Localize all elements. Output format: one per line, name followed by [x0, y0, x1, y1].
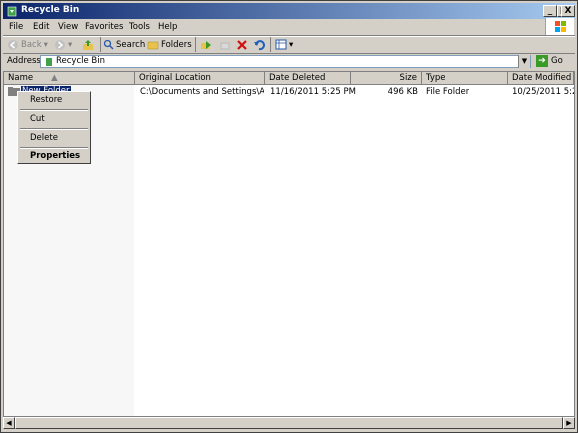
address-field[interactable]: Recycle Bin ▼ — [40, 55, 531, 68]
column-header-date-deleted[interactable]: Date Deleted — [265, 72, 351, 85]
delete-button[interactable] — [236, 37, 248, 52]
recycle-bin-window: Recycle Bin _ □ X File Edit View Favorit… — [0, 0, 578, 433]
toolbar-divider — [100, 37, 101, 52]
scroll-left-button[interactable]: ◀ — [3, 417, 15, 429]
column-header-original-location[interactable]: Original Location — [135, 72, 265, 85]
folders-button[interactable]: Folders — [147, 37, 192, 52]
column-header-date-modified[interactable]: Date Modified — [508, 72, 574, 85]
undo-button[interactable] — [253, 37, 265, 52]
column-name-label: Name — [8, 73, 34, 83]
sort-ascending-icon: ▲ — [51, 73, 58, 83]
menu-help[interactable]: Help — [158, 22, 177, 32]
row-date-modified: 10/25/2011 5:27 P — [512, 87, 574, 97]
close-button[interactable]: X — [561, 5, 575, 17]
menu-item-delete[interactable]: Delete — [30, 133, 58, 143]
menu-bar: File Edit View Favorites Tools Help — [3, 20, 575, 35]
context-menu-separator — [20, 109, 88, 111]
minimize-button[interactable]: _ — [543, 5, 557, 17]
toolbar-divider-2 — [195, 37, 196, 52]
row-date-deleted: 11/16/2011 5:25 PM — [270, 87, 356, 97]
recycle-bin-small-icon — [46, 58, 52, 66]
search-label: Search — [116, 39, 146, 50]
views-dropdown-icon: ▾ — [289, 39, 294, 50]
forward-dropdown-icon: ▾ — [68, 39, 73, 50]
row-original-location: C:\Documents and Settings\Adm... — [140, 87, 264, 97]
go-button[interactable]: ➔ Go — [536, 55, 563, 67]
back-button[interactable]: Back ▾ — [7, 37, 48, 52]
back-dropdown-icon: ▾ — [43, 39, 48, 50]
go-arrow-icon: ➔ — [536, 55, 548, 67]
move-to-icon — [201, 40, 211, 49]
standard-toolbar: Back ▾ ▾ Search Folders ▾ — [3, 36, 575, 53]
folders-label: Folders — [161, 39, 192, 50]
scroll-right-button[interactable]: ▶ — [563, 417, 575, 429]
context-menu-separator-2 — [20, 128, 88, 130]
window-title: Recycle Bin — [21, 5, 80, 15]
delete-x-icon — [237, 39, 247, 50]
menu-item-restore[interactable]: Restore — [30, 95, 62, 105]
recycle-bin-icon — [6, 5, 18, 17]
go-label: Go — [551, 56, 563, 66]
back-label: Back — [21, 39, 42, 50]
undo-icon — [254, 39, 265, 50]
windows-logo-icon — [545, 18, 574, 35]
toolbar-divider-3 — [270, 37, 271, 52]
column-header-size[interactable]: Size — [351, 72, 422, 85]
views-icon — [275, 39, 287, 50]
views-button[interactable]: ▾ — [275, 37, 293, 52]
context-menu-separator-3 — [20, 147, 88, 149]
forward-arrow-icon — [55, 39, 65, 50]
search-icon — [103, 39, 114, 50]
move-to-button[interactable] — [200, 37, 212, 52]
menu-item-cut[interactable]: Cut — [30, 114, 45, 124]
menu-favorites[interactable]: Favorites — [85, 22, 123, 32]
menu-file[interactable]: File — [9, 22, 23, 32]
horizontal-scrollbar[interactable]: ◀ ▶ — [3, 417, 575, 429]
menu-item-properties[interactable]: Properties — [30, 151, 80, 161]
search-button[interactable]: Search — [103, 37, 145, 52]
menu-tools[interactable]: Tools — [129, 22, 150, 32]
menu-edit[interactable]: Edit — [33, 22, 49, 32]
column-header-name[interactable]: Name ▲ — [4, 72, 135, 85]
up-folder-button[interactable] — [82, 37, 94, 52]
menu-view[interactable]: View — [58, 22, 78, 32]
folders-icon — [147, 41, 159, 50]
copy-to-icon — [220, 42, 230, 49]
copy-to-button[interactable] — [219, 37, 231, 52]
scroll-thumb[interactable] — [15, 417, 563, 429]
context-menu: Restore Cut Delete Properties — [17, 91, 91, 164]
address-dropdown-icon[interactable]: ▼ — [518, 55, 530, 68]
row-size: 496 KB — [387, 87, 418, 97]
column-header-type[interactable]: Type — [422, 72, 508, 85]
title-bar[interactable]: Recycle Bin _ □ — [3, 3, 575, 19]
forward-button[interactable]: ▾ — [54, 37, 72, 52]
row-type: File Folder — [426, 87, 470, 97]
up-folder-icon — [83, 39, 93, 50]
address-value: Recycle Bin — [56, 56, 106, 66]
address-bar: Address Recycle Bin ▼ ➔ Go — [3, 54, 575, 70]
back-arrow-icon — [8, 39, 18, 50]
address-label: Address — [7, 56, 41, 66]
